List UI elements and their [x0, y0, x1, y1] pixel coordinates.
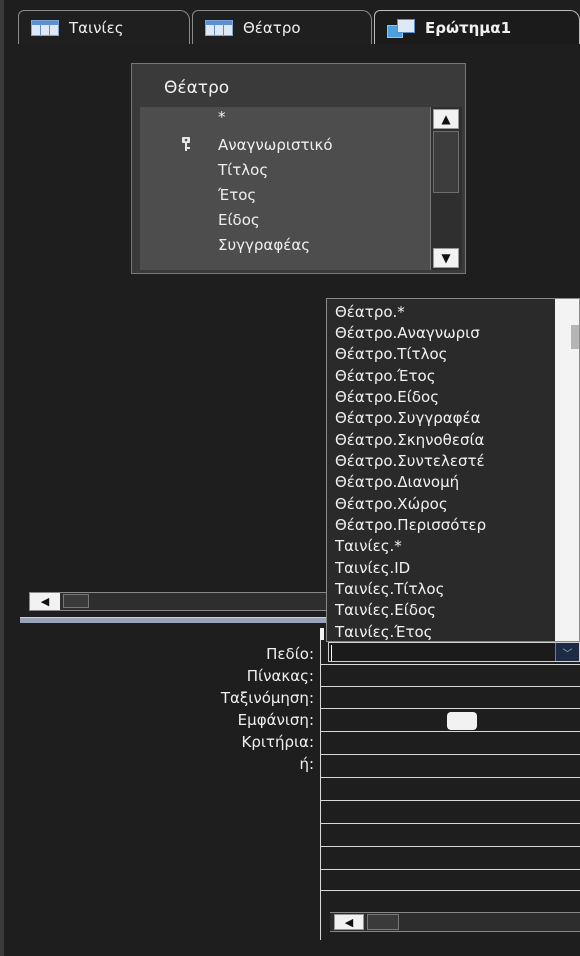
- grid-line: [320, 823, 580, 824]
- dropdown-option[interactable]: Θέατρο.Σκηνοθεσία: [335, 429, 484, 451]
- scroll-thumb[interactable]: [63, 594, 89, 608]
- tab-query1[interactable]: Ερώτημα1: [374, 10, 580, 44]
- dropdown-option[interactable]: Θέατρο.Περισσότερ: [335, 514, 486, 536]
- design-grid-column: ﹀: [320, 640, 580, 940]
- grid-line: [320, 686, 580, 687]
- row-label-sort: Ταξινόμηση:: [220, 689, 314, 707]
- grid-line: [320, 664, 580, 665]
- grid-line: [320, 846, 580, 847]
- dropdown-option[interactable]: Θέατρο.Έτος: [335, 365, 436, 387]
- grid-hscrollbar[interactable]: ◀: [330, 912, 580, 932]
- tab-theater[interactable]: Θέατρο: [192, 10, 372, 44]
- row-label-field: Πεδίο:: [266, 645, 314, 663]
- row-label-criteria: Κριτήρια:: [241, 733, 314, 751]
- field-item-title[interactable]: Τίτλος: [218, 158, 268, 182]
- table-field-list-theater[interactable]: Θέατρο * Αναγνωριστικό Τίτλος Έτος Είδος…: [131, 63, 466, 274]
- text-caret: [331, 645, 332, 661]
- dropdown-option[interactable]: Ταινίες.Τίτλος: [335, 578, 444, 600]
- scroll-up-button[interactable]: ▲: [433, 109, 459, 129]
- query-icon: [387, 18, 415, 38]
- dropdown-option[interactable]: Θέατρο.Αναγνωρισ: [335, 322, 480, 344]
- chevron-down-icon[interactable]: ﹀: [555, 643, 579, 661]
- field-item-genre[interactable]: Είδος: [218, 208, 260, 232]
- dropdown-option[interactable]: Ταινίες.Έτος: [335, 621, 432, 641]
- document-tab-bar: Ταινίες Θέατρο Ερώτημα1: [18, 10, 580, 46]
- row-label-table: Πίνακας:: [246, 667, 314, 685]
- dropdown-scrollbar[interactable]: [555, 299, 579, 641]
- grid-line: [320, 800, 580, 801]
- dropdown-option[interactable]: Θέατρο.Τίτλος: [335, 343, 447, 365]
- dropdown-option[interactable]: Ταινίες.*: [335, 535, 402, 557]
- dropdown-option[interactable]: Θέατρο.*: [335, 301, 405, 323]
- grid-line: [320, 754, 580, 755]
- grid-line: [320, 777, 580, 778]
- field-dropdown-list[interactable]: Θέατρο.* Θέατρο.Αναγνωρισ Θέατρο.Τίτλος …: [326, 298, 580, 642]
- field-item-year[interactable]: Έτος: [218, 183, 256, 207]
- grid-line: [320, 708, 580, 709]
- grid-line: [320, 731, 580, 732]
- scroll-down-button[interactable]: ▼: [433, 248, 459, 268]
- grid-line: [320, 640, 321, 940]
- upper-pane-hscrollbar[interactable]: ◀: [29, 592, 329, 611]
- show-checkbox[interactable]: [447, 712, 477, 730]
- grid-line: [320, 869, 580, 870]
- field-list-scrollbar[interactable]: ▲ ▼: [430, 107, 462, 270]
- tab-label: Θέατρο: [243, 18, 301, 37]
- dropdown-option[interactable]: Θέατρο.Χώρος: [335, 493, 448, 515]
- table-icon: [31, 19, 59, 36]
- column-selector[interactable]: [320, 628, 324, 640]
- scroll-left-button[interactable]: ◀: [334, 914, 364, 930]
- row-label-or: ή:: [299, 755, 314, 773]
- grid-line: [320, 890, 580, 891]
- field-combo-input[interactable]: ﹀: [328, 642, 580, 662]
- scroll-thumb[interactable]: [433, 131, 459, 193]
- row-label-show: Εμφάνιση:: [237, 711, 314, 729]
- scroll-left-button[interactable]: ◀: [30, 593, 60, 610]
- table-icon: [205, 19, 233, 36]
- field-item-author[interactable]: Συγγραφέας: [218, 233, 310, 257]
- dropdown-option[interactable]: Ταινίες.ID: [335, 557, 410, 579]
- dropdown-option[interactable]: Θέατρο.Διανομή: [335, 471, 459, 493]
- dropdown-option[interactable]: Θέατρο.Συντελεστέ: [335, 450, 485, 472]
- table-box-title: Θέατρο: [164, 78, 230, 98]
- scroll-thumb[interactable]: [571, 325, 579, 349]
- field-list: * Αναγνωριστικό Τίτλος Έτος Είδος Συγγρα…: [140, 107, 462, 270]
- tab-label: Ερώτημα1: [425, 18, 512, 37]
- dropdown-option[interactable]: Θέατρο.Είδος: [335, 386, 439, 408]
- scroll-thumb[interactable]: [367, 914, 399, 930]
- tab-label: Ταινίες: [69, 18, 124, 37]
- primary-key-icon: [182, 137, 190, 151]
- field-item-id[interactable]: Αναγνωριστικό: [218, 133, 333, 157]
- dropdown-option[interactable]: Ταινίες.Είδος: [335, 599, 436, 621]
- field-item-all[interactable]: *: [218, 105, 226, 129]
- dropdown-option[interactable]: Θέατρο.Συγγραφέα: [335, 407, 481, 429]
- tab-movies[interactable]: Ταινίες: [18, 10, 190, 44]
